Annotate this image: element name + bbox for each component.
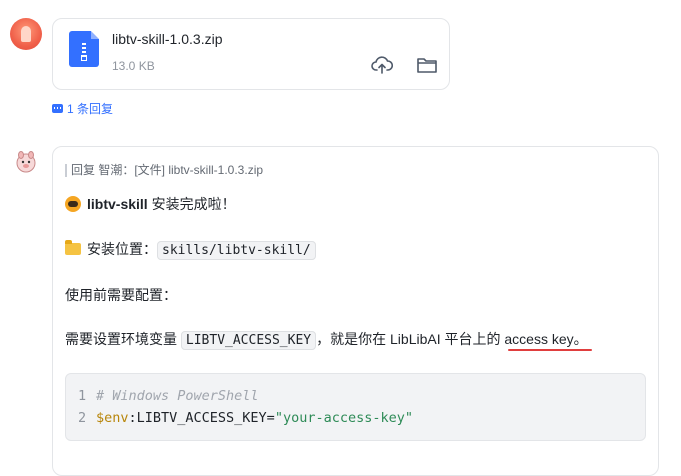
install-headline: libtv-skill 安装完成啦！ — [65, 194, 236, 214]
env-instruction: 需要设置环境变量 LIBTV_ACCESS_KEY ，就是你在 LibLibAI … — [65, 329, 588, 350]
reply-count-label: 1 条回复 — [67, 102, 114, 116]
bot-avatar[interactable] — [14, 150, 38, 174]
env-middle: ，就是你在 LibLibAI 平台上的 — [316, 331, 501, 347]
skill-name: libtv-skill — [87, 196, 148, 212]
code-variable: $env — [96, 410, 129, 426]
file-size: 13.0 KB — [112, 59, 155, 73]
folder-icon[interactable] — [416, 55, 438, 75]
code-block[interactable]: 1 # Windows PowerShell 2 $env:LIBTV_ACCESS… — [65, 373, 646, 441]
config-heading: 使用前需要配置： — [65, 287, 177, 303]
install-location-label: 安装位置： — [87, 241, 157, 257]
thread-replies-link[interactable]: 1 条回复 — [52, 100, 113, 117]
env-end: 。 — [573, 331, 588, 347]
reply-bubble-icon — [52, 104, 63, 113]
red-underline-annotation — [508, 349, 592, 351]
user-avatar[interactable] — [10, 18, 42, 50]
cloud-upload-icon[interactable] — [371, 55, 393, 75]
install-path-code: skills/libtv-skill/ — [157, 241, 316, 260]
code-comment: # Windows PowerShell — [96, 388, 259, 404]
party-emoji-icon — [65, 196, 81, 212]
code-string: "your-access-key" — [274, 410, 413, 426]
bot-message-card: 回复 智潮：[文件] libtv-skill-1.0.3.zip libtv-s… — [52, 146, 659, 476]
code-line-2: 2 $env:LIBTV_ACCESS_KEY="your-access-key" — [78, 410, 413, 426]
file-name[interactable]: libtv-skill-1.0.3.zip — [112, 31, 222, 47]
folder-emoji-icon — [65, 240, 81, 255]
user-figure-icon — [21, 26, 31, 42]
env-prefix: 需要设置环境变量 — [65, 331, 177, 347]
line-number: 2 — [78, 410, 87, 426]
file-attachment-card[interactable]: libtv-skill-1.0.3.zip 13.0 KB — [52, 18, 450, 90]
line-number: 1 — [78, 388, 87, 404]
quoted-reply[interactable]: 回复 智潮：[文件] libtv-skill-1.0.3.zip — [65, 164, 263, 177]
access-key-highlight: access key — [504, 331, 574, 347]
env-var-code: LIBTV_ACCESS_KEY — [180, 331, 317, 350]
code-line-1: 1 # Windows PowerShell — [78, 388, 259, 404]
headline-text: 安装完成啦！ — [151, 196, 236, 212]
code-key: :LIBTV_ACCESS_KEY= — [128, 410, 275, 426]
install-location-line: 安装位置： skills/libtv-skill/ — [65, 239, 316, 260]
zip-file-icon — [69, 31, 99, 67]
